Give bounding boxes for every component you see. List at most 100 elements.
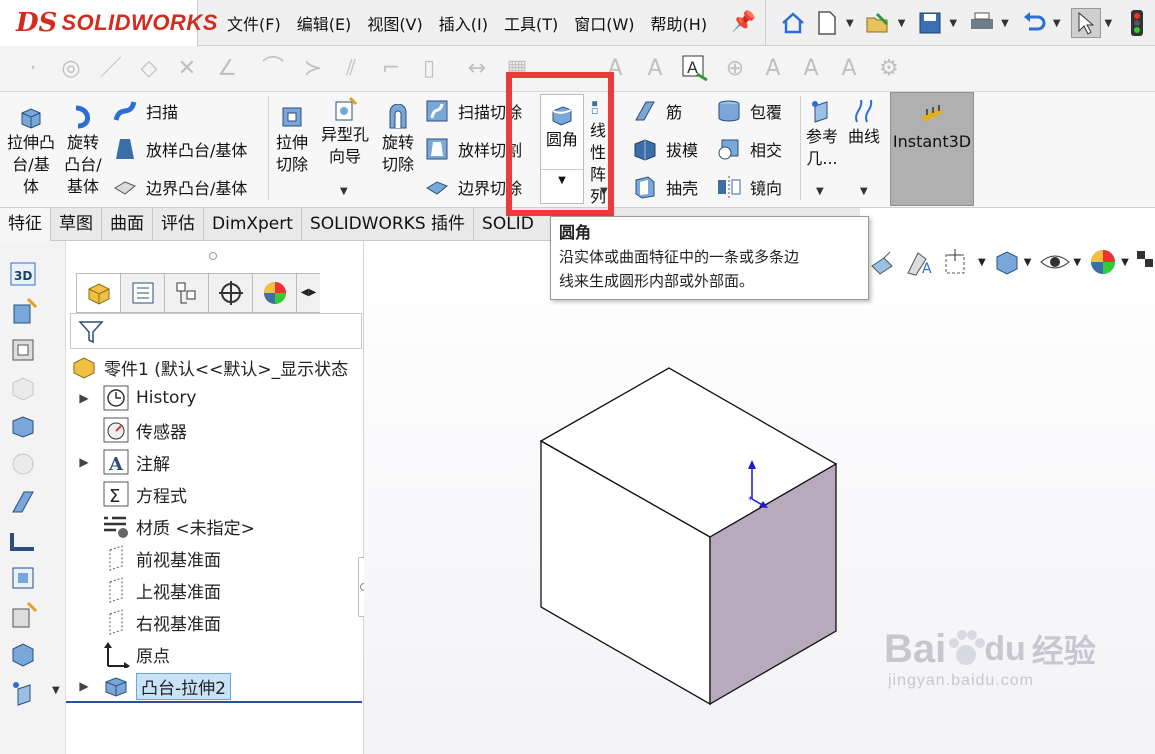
tree-item-top-plane[interactable]: 上视基准面 — [66, 574, 221, 606]
appearance-dropdown-icon[interactable]: ▼ — [1121, 257, 1129, 268]
select-dropdown-icon[interactable]: ▼ — [1105, 18, 1113, 29]
panel-grip-icon[interactable] — [209, 252, 217, 260]
expand-arrow-icon[interactable]: ▶ — [66, 455, 102, 469]
scene-icon[interactable] — [1135, 247, 1155, 277]
shell-button[interactable]: 抽壳 — [632, 174, 698, 200]
tree-item-sensors[interactable]: 传感器 — [66, 414, 187, 446]
configuration-manager-tab-icon[interactable] — [164, 273, 208, 313]
reference-geometry-button[interactable]: 参考几... — [804, 98, 840, 170]
tab-features[interactable]: 特征 — [0, 208, 51, 241]
circle-icon[interactable]: ◎ — [56, 54, 86, 84]
reference-plane-side-icon[interactable] — [8, 677, 38, 707]
extrude-boss-side-icon[interactable] — [8, 411, 38, 441]
filter-icon[interactable] — [77, 318, 105, 346]
previous-view-icon[interactable] — [870, 248, 902, 276]
print-dropdown-icon[interactable]: ▼ — [1001, 18, 1009, 29]
intersect-button[interactable]: 相交 — [716, 136, 782, 162]
open-icon[interactable] — [864, 8, 894, 38]
feature-tree-tab-icon[interactable] — [76, 273, 120, 313]
point-icon[interactable]: · — [18, 54, 48, 84]
note-icon[interactable]: A — [680, 54, 710, 84]
weld-icon[interactable]: A — [796, 54, 826, 84]
traffic-light-icon[interactable] — [1122, 8, 1152, 38]
select-icon[interactable] — [1070, 8, 1101, 38]
undo-dropdown-icon[interactable]: ▼ — [1053, 18, 1061, 29]
display-style-icon[interactable] — [992, 247, 1022, 277]
open-dropdown-icon[interactable]: ▼ — [898, 18, 906, 29]
balloon-icon[interactable]: ⊕ — [720, 54, 750, 84]
dimxpert-manager-tab-icon[interactable] — [208, 273, 252, 313]
sweep-button[interactable]: 扫描 — [112, 98, 178, 124]
menu-window[interactable]: 窗口(W) — [574, 11, 634, 35]
menu-tools[interactable]: 工具(T) — [504, 11, 558, 35]
expand-arrow-icon[interactable]: ▶ — [66, 679, 102, 693]
hole-wizard-dropdown-icon[interactable]: ▼ — [340, 186, 348, 197]
hole-side-icon[interactable] — [8, 601, 38, 631]
tree-item-equations[interactable]: Σ 方程式 — [66, 478, 187, 510]
annotation-b-icon[interactable]: A — [640, 54, 670, 84]
extrude-cut-side-icon[interactable] — [8, 335, 38, 365]
save-icon[interactable] — [915, 8, 945, 38]
tree-item-annotations[interactable]: ▶ A 注解 — [66, 446, 170, 478]
tree-root-part[interactable]: 零件1 (默认<<默认>_显示状态 — [70, 351, 348, 383]
tree-item-front-plane[interactable]: 前视基准面 — [66, 542, 221, 574]
tree-item-boss-extrude2[interactable]: ▶ 凸台-拉伸2 — [66, 670, 231, 702]
tab-sketch[interactable]: 草图 — [51, 208, 102, 241]
pin-icon[interactable]: 📌 — [731, 9, 756, 33]
rectangle-icon[interactable]: ▯ — [414, 54, 444, 84]
appearance-icon[interactable] — [1087, 246, 1119, 278]
extrude-cut-button[interactable]: 拉伸切除 — [272, 104, 312, 176]
display-style-dropdown-icon[interactable]: ▼ — [1024, 257, 1032, 268]
new-dropdown-icon[interactable]: ▼ — [846, 18, 854, 29]
hide-show-icon[interactable] — [1039, 250, 1071, 274]
tree-item-material[interactable]: 材质 <未指定> — [66, 510, 255, 542]
save-dropdown-icon[interactable]: ▼ — [949, 18, 957, 29]
boundary-boss-button[interactable]: 边界凸台/基体 — [112, 174, 247, 200]
arc-icon[interactable]: ⌒ — [258, 54, 288, 84]
undo-icon[interactable] — [1019, 8, 1049, 38]
curves-button[interactable]: 曲线 — [846, 98, 882, 148]
surface-finish-icon[interactable]: A — [758, 54, 788, 84]
trim-icon[interactable]: ✕ — [172, 54, 202, 84]
tangent-icon[interactable]: ≻ — [298, 54, 328, 84]
tab-scroll-icon[interactable]: ◀▶ — [296, 273, 320, 313]
rollback-bar[interactable] — [66, 701, 362, 703]
rib-button[interactable]: 筋 — [632, 98, 682, 124]
hole-wizard-button[interactable]: 异型孔向导 — [316, 96, 374, 168]
print-icon[interactable] — [967, 8, 997, 38]
view-orientation-cube-icon[interactable] — [942, 247, 976, 277]
sheet-metal-icon[interactable] — [8, 525, 38, 555]
line-icon[interactable]: ／ — [96, 54, 126, 84]
menu-insert[interactable]: 插入(I) — [439, 11, 488, 35]
property-manager-tab-icon[interactable] — [120, 273, 164, 313]
draft-button[interactable]: 拔模 — [632, 136, 698, 162]
mirror-button[interactable]: 镜向 — [716, 174, 782, 200]
extend-icon[interactable]: ∠ — [212, 54, 242, 84]
tab-solidworks-addins[interactable]: SOLIDWORKS 插件 — [302, 208, 475, 241]
left-strip-dropdown-icon[interactable]: ▼ — [52, 685, 60, 696]
menu-edit[interactable]: 编辑(E) — [297, 11, 352, 35]
new-document-icon[interactable] — [812, 8, 842, 38]
rib-side-icon[interactable] — [8, 487, 38, 517]
view-orientation-dropdown-icon[interactable]: ▼ — [978, 257, 986, 268]
reference-geometry-dropdown-icon[interactable]: ▼ — [816, 186, 824, 197]
menu-file[interactable]: 文件(F) — [227, 11, 281, 35]
parallel-icon[interactable]: ⫽ — [336, 54, 366, 84]
tree-item-right-plane[interactable]: 右视基准面 — [66, 606, 221, 638]
loft-boss-button[interactable]: 放样凸台/基体 — [112, 136, 247, 162]
menu-view[interactable]: 视图(V) — [367, 11, 422, 35]
corner-icon[interactable]: ⌐ — [376, 54, 406, 84]
instant3d-button[interactable]: Instant3D — [890, 92, 974, 206]
expand-arrow-icon[interactable]: ▶ — [66, 391, 102, 405]
tree-filter-box[interactable] — [70, 313, 362, 349]
home-icon[interactable] — [778, 8, 808, 38]
revolve-cut-button[interactable]: 旋转切除 — [378, 104, 418, 176]
hole-wizard-side-icon[interactable] — [8, 297, 38, 327]
tab-evaluate[interactable]: 评估 — [153, 208, 204, 241]
dimension-icon[interactable]: ↔ — [462, 54, 492, 84]
3d-view-icon[interactable]: 3D — [8, 259, 38, 289]
polygon-icon[interactable]: ◇ — [134, 54, 164, 84]
shaded-cube-icon[interactable] — [8, 639, 38, 669]
datum-icon[interactable]: A — [834, 54, 864, 84]
tree-item-history[interactable]: ▶ History — [66, 382, 196, 414]
